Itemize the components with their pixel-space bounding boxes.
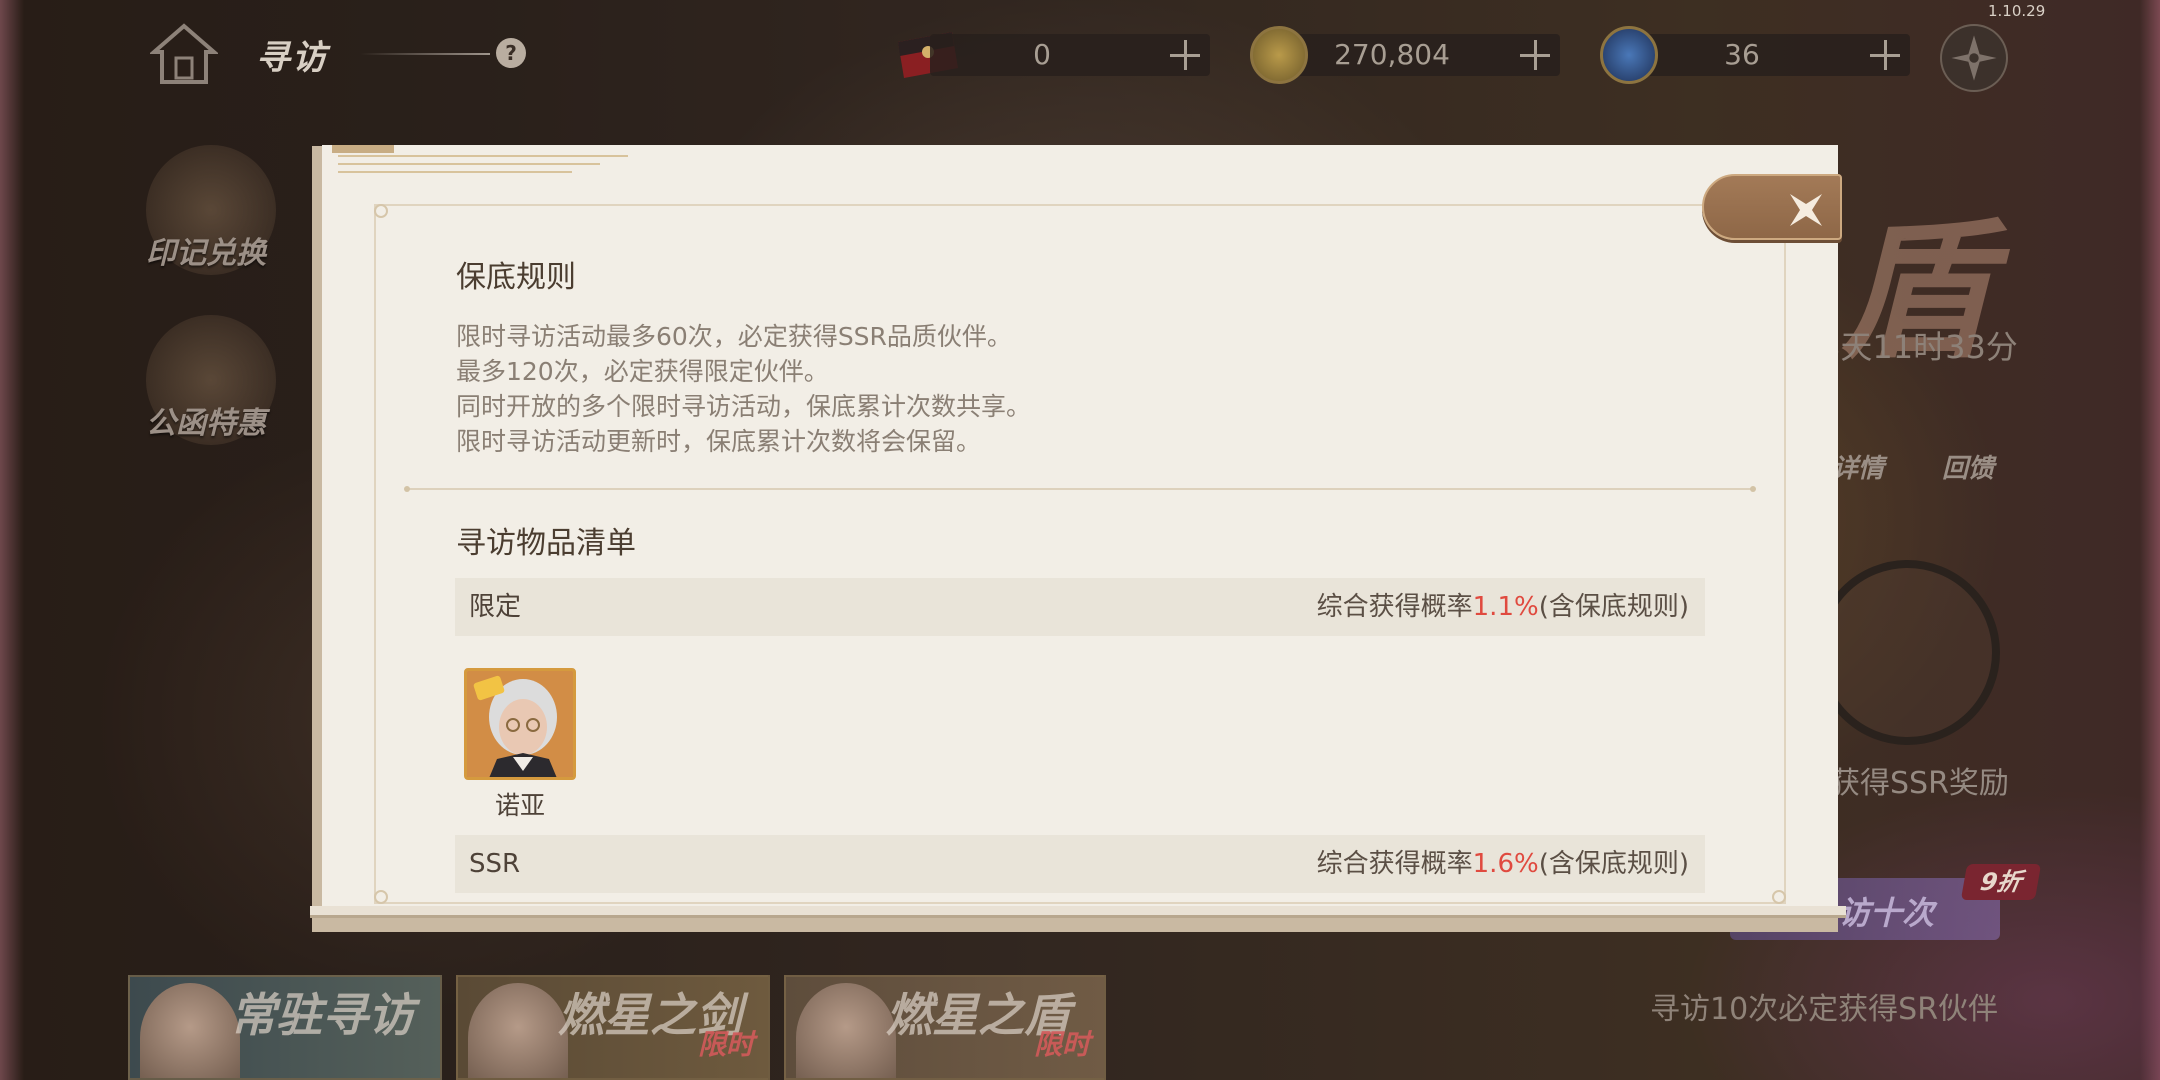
gem-icon — [1600, 26, 1658, 84]
coin-count: 270,804 — [1334, 38, 1450, 71]
modal-scroll-base — [310, 906, 1846, 918]
rate-row-label: SSR — [469, 849, 521, 879]
banner-standard[interactable]: 常驻寻访 — [128, 975, 442, 1080]
home-icon[interactable] — [150, 20, 218, 88]
rate-prefix: 综合获得概率 — [1316, 592, 1473, 622]
section-divider — [404, 486, 1756, 492]
add-letter-button[interactable] — [1168, 38, 1202, 72]
rate-prefix: 综合获得概率 — [1316, 849, 1473, 879]
coin-counter: 270,804 — [1280, 34, 1560, 76]
rate-suffix: (含保底规则) — [1538, 592, 1689, 622]
ten-pull-label: 访十次 — [1838, 894, 1935, 932]
details-button[interactable]: 详情 — [1832, 448, 1884, 485]
add-coin-button[interactable] — [1518, 38, 1552, 72]
title-underline — [360, 53, 490, 55]
guarantee-rules-title: 保底规则 — [456, 260, 576, 295]
letter-special-label: 公函特惠 — [146, 406, 266, 441]
menu-shuriken-icon[interactable] — [1940, 24, 2008, 92]
close-icon — [1790, 194, 1822, 226]
feedback-button[interactable]: 回馈 — [1942, 448, 1994, 485]
banner-star-shield[interactable]: 燃星之盾 限时 — [784, 975, 1106, 1080]
banner-star-sword[interactable]: 燃星之剑 限时 — [456, 975, 770, 1080]
banner-character-portrait — [140, 983, 240, 1078]
rate-row-value: 综合获得概率1.6%(含保底规则) — [1317, 835, 1689, 893]
frame-corner — [374, 204, 388, 218]
ssr-reward-ring[interactable] — [1815, 560, 2000, 745]
item-list-title: 寻访物品清单 — [456, 526, 636, 561]
letter-count: 0 — [1033, 38, 1051, 71]
banner-title: 常驻寻访 — [230, 988, 414, 1042]
letter-counter: 0 — [930, 34, 1210, 76]
character-portrait — [467, 671, 573, 777]
character-card-noah[interactable] — [464, 668, 576, 780]
gem-counter: 36 — [1630, 34, 1910, 76]
rate-suffix: (含保底规则) — [1538, 849, 1689, 879]
page-title: 寻访 — [256, 38, 328, 78]
rule-line: 限时寻访活动最多60次，必定获得SSR品质伙伴。 — [456, 322, 1012, 351]
gem-count: 36 — [1724, 38, 1760, 71]
rule-line: 最多120次，必定获得限定伙伴。 — [456, 357, 829, 386]
ten-pull-hint: 寻访10次必定获得SR伙伴 — [1650, 992, 1999, 1027]
banner-limited-tag: 限时 — [697, 1028, 754, 1061]
rate-percent: 1.6% — [1472, 849, 1539, 879]
banner-character-portrait — [468, 983, 568, 1078]
seal-exchange-label: 印记兑换 — [146, 236, 266, 271]
banner-character-portrait — [796, 983, 896, 1078]
modal-decoration — [338, 155, 638, 181]
rate-percent: 1.1% — [1472, 592, 1539, 622]
frame-corner — [1772, 890, 1786, 904]
rate-row-label: 限定 — [469, 592, 522, 622]
rate-row-value: 综合获得概率1.1%(含保底规则) — [1317, 578, 1689, 636]
banner-limited-tag: 限时 — [1033, 1028, 1090, 1061]
character-name: 诺亚 — [494, 791, 545, 820]
top-bar: 寻访 ? 0 270,804 36 1.10.29 — [0, 0, 2160, 110]
rule-line: 同时开放的多个限时寻访活动，保底累计次数共享。 — [456, 392, 1032, 421]
rate-row-limited: 限定 综合获得概率1.1%(含保底规则) — [455, 578, 1705, 636]
version-label: 1.10.29 — [1988, 2, 2046, 20]
coin-icon — [1250, 26, 1308, 84]
rule-line: 限时寻访活动更新时，保底累计次数将会保留。 — [456, 427, 982, 456]
ssr-reward-label: 获得SSR奖励 — [1830, 766, 2009, 801]
frame-corner — [374, 890, 388, 904]
close-button[interactable] — [1702, 174, 1842, 240]
rate-row-ssr: SSR 综合获得概率1.6%(含保底规则) — [455, 835, 1705, 893]
discount-badge: 9折 — [1960, 864, 2042, 900]
help-icon[interactable]: ? — [496, 38, 526, 68]
event-timer: 8天11时33分 — [1820, 328, 2018, 366]
add-gem-button[interactable] — [1868, 38, 1902, 72]
modal-tab-marker — [332, 145, 394, 153]
